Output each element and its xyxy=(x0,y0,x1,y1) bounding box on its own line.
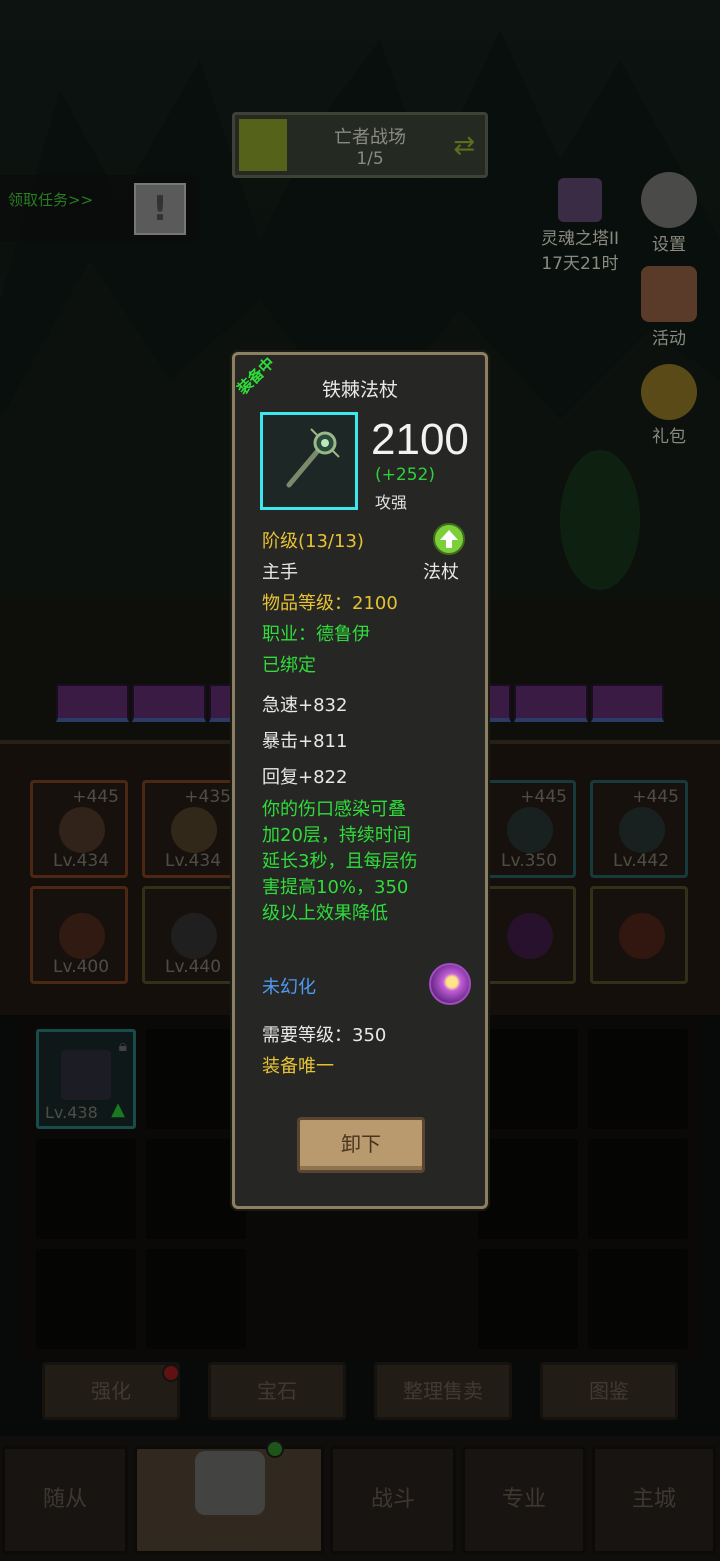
staff-icon xyxy=(286,428,340,488)
gift-button[interactable]: 礼包 xyxy=(634,364,704,447)
unequip-button[interactable]: 卸下 xyxy=(297,1117,425,1173)
activity-label: 活动 xyxy=(652,329,686,349)
transmog-orb-icon[interactable] xyxy=(429,963,471,1005)
item-icon-frame xyxy=(260,412,358,510)
battle-count: 1/5 xyxy=(356,149,384,169)
tower-timer: 17天21时 xyxy=(541,254,619,274)
stat-recovery: 回复+822 xyxy=(262,767,348,788)
item-name: 铁棘法杖 xyxy=(321,379,398,401)
battle-progress-fill xyxy=(239,119,287,171)
item-effect-description: 你的伤口感染可叠 加20层，持续时间 延长3秒，且每层伤 害提高10%，350 … xyxy=(262,799,418,924)
quest-label[interactable]: 领取任务>> xyxy=(8,189,93,210)
attack-power-delta: (+252) xyxy=(375,465,435,485)
stat-crit: 暴击+811 xyxy=(262,731,348,752)
activity-button[interactable]: 活动 xyxy=(634,266,704,349)
item-level: 物品等级：2100 xyxy=(262,593,398,614)
coin-icon xyxy=(641,364,697,420)
settings-label: 设置 xyxy=(652,235,686,255)
settings-button[interactable]: 设置 xyxy=(634,172,704,255)
attack-power-value: 2100 xyxy=(371,415,469,464)
item-detail-dialog: 装备中 铁棘法杖 2100 (+252) 攻强 阶级(13/13) 主手 法杖 … xyxy=(232,352,488,1209)
scroll-icon xyxy=(641,266,697,322)
slot-type: 主手 xyxy=(262,562,298,583)
quest-alert-button[interactable]: ! xyxy=(134,183,186,235)
tower-icon xyxy=(558,178,602,222)
battle-title: 亡者战场 xyxy=(334,127,406,148)
required-level: 需要等级：350 xyxy=(262,1025,387,1046)
stat-haste: 急速+832 xyxy=(262,695,348,716)
soul-tower-button[interactable]: 灵魂之塔II 17天21时 xyxy=(530,178,630,274)
upgrade-arrow-icon[interactable] xyxy=(433,523,465,555)
gift-label: 礼包 xyxy=(652,427,686,447)
weapon-type: 法杖 xyxy=(423,562,459,583)
gear-icon xyxy=(641,172,697,228)
item-class: 职业：德鲁伊 xyxy=(262,624,370,645)
unique-equip: 装备唯一 xyxy=(262,1056,334,1077)
refresh-icon[interactable]: ⇄ xyxy=(453,131,475,161)
quest-banner[interactable]: 领取任务>> ! xyxy=(0,175,196,241)
attack-power-label: 攻强 xyxy=(375,493,408,512)
tower-name: 灵魂之塔II xyxy=(540,229,620,249)
item-tier: 阶级(13/13) xyxy=(262,531,364,552)
transmog-status[interactable]: 未幻化 xyxy=(262,973,316,999)
bind-status: 已绑定 xyxy=(262,655,316,676)
battle-progress-widget[interactable]: 亡者战场 1/5 ⇄ xyxy=(232,112,488,178)
